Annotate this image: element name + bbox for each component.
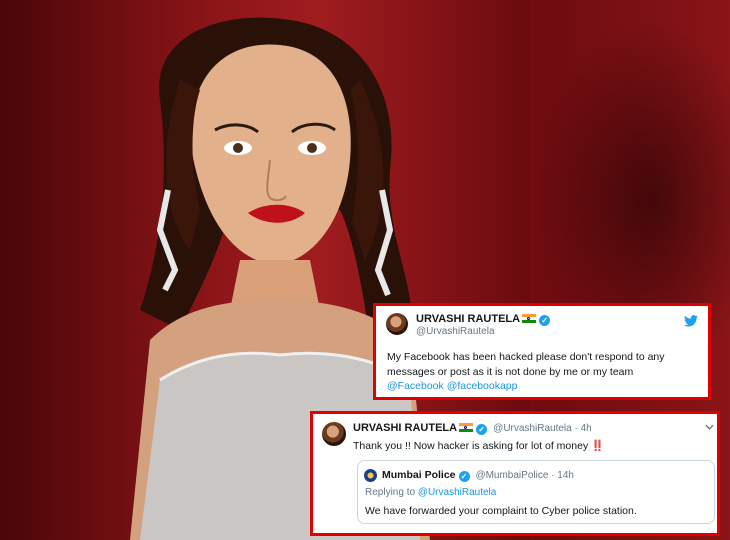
verified-badge-icon: ✓ xyxy=(476,424,488,435)
replying-to-link[interactable]: @UrvashiRautela xyxy=(418,487,497,498)
india-flag-icon xyxy=(522,314,537,323)
author-name-row[interactable]: URVASHI RAUTELA ✓ xyxy=(416,313,551,326)
double-exclamation-emoji: ‼️ xyxy=(591,440,605,452)
tweet-text: My Facebook has been hacked please don't… xyxy=(387,350,707,394)
tweet-mentions[interactable]: @Facebook @facebookapp xyxy=(387,380,517,392)
author-name-row[interactable]: URVASHI RAUTELA ✓ @UrvashiRautela · 4h xyxy=(353,422,592,435)
tweet-text-content: My Facebook has been hacked please don't… xyxy=(387,351,665,378)
author-name[interactable]: URVASHI RAUTELA xyxy=(353,422,457,434)
quote-text: We have forwarded your complaint to Cybe… xyxy=(365,505,637,517)
quoted-tweet[interactable]: Mumbai Police ✓ @MumbaiPolice · 14h Reply… xyxy=(357,460,715,524)
mumbai-police-avatar[interactable] xyxy=(364,469,377,482)
quote-author-row[interactable]: Mumbai Police ✓ @MumbaiPolice · 14h xyxy=(382,469,574,482)
tweet-card-2[interactable]: URVASHI RAUTELA ✓ @UrvashiRautela · 4h Th… xyxy=(310,411,720,536)
author-handle[interactable]: @UrvashiRautela xyxy=(416,326,495,337)
quote-handle-time[interactable]: @MumbaiPolice · 14h xyxy=(475,470,574,481)
tweet-text-content: Thank you !! Now hacker is asking for lo… xyxy=(353,440,589,452)
tweet-card-1[interactable]: URVASHI RAUTELA ✓ @UrvashiRautela My Face… xyxy=(373,303,711,400)
avatar[interactable] xyxy=(322,422,346,446)
verified-badge-icon: ✓ xyxy=(539,315,551,326)
verified-badge-icon: ✓ xyxy=(458,471,470,482)
avatar[interactable] xyxy=(386,313,408,335)
author-name[interactable]: URVASHI RAUTELA xyxy=(416,313,520,325)
tweet-text: Thank you !! Now hacker is asking for lo… xyxy=(353,439,713,454)
author-handle-time[interactable]: @UrvashiRautela · 4h xyxy=(493,423,592,434)
chevron-down-icon[interactable] xyxy=(705,424,714,430)
quote-author-name[interactable]: Mumbai Police xyxy=(382,469,456,481)
twitter-bird-icon xyxy=(684,315,698,327)
india-flag-icon xyxy=(459,423,474,432)
replying-to-prefix: Replying to xyxy=(365,487,418,498)
replying-to-line: Replying to @UrvashiRautela xyxy=(365,487,496,498)
